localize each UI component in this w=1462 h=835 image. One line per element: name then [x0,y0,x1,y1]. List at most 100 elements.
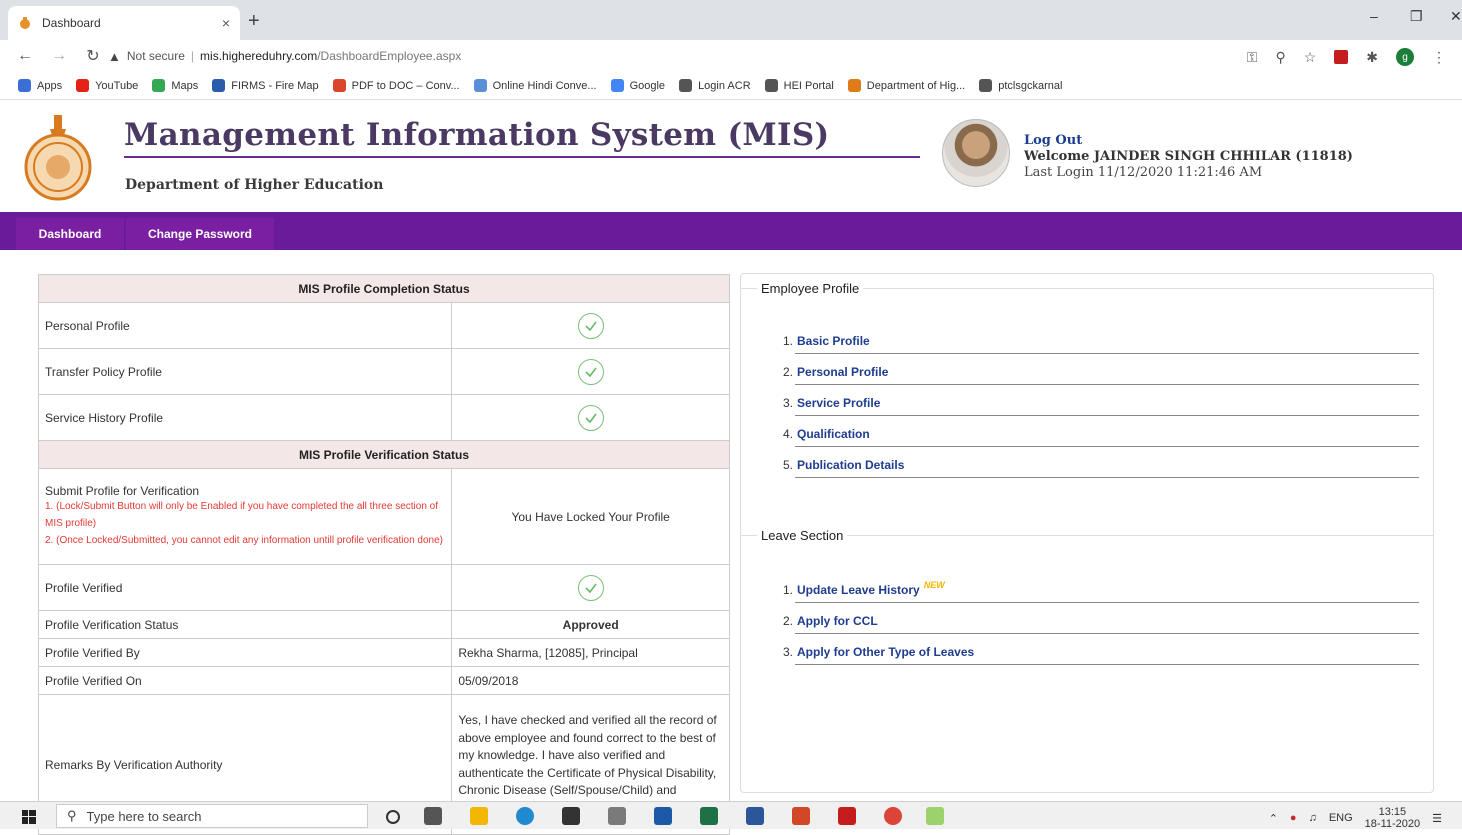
bookmark-label: PDF to DOC – Conv... [351,79,460,92]
bookmark-label: YouTube [95,79,139,92]
clock[interactable]: 13:15 18-11-2020 [1365,806,1420,830]
browser-actions: ⚿ ⚲ ☆ ✱ g ⋮ [1247,48,1446,66]
link-underline [795,477,1419,478]
link-underline [795,384,1419,385]
notification-icon[interactable]: ☰ [1432,812,1442,825]
chevron-up-icon[interactable]: ⌃ [1269,812,1278,825]
browser-tab-dashboard[interactable]: Dashboard × [8,6,240,40]
extensions-icon[interactable]: ✱ [1366,49,1378,66]
menu-dots-icon[interactable]: ⋮ [1432,49,1446,66]
minimize-icon[interactable]: – [1370,8,1378,24]
powerpoint-icon[interactable] [792,807,810,825]
department-name: Department of Higher Education [125,177,384,193]
acrobat-icon[interactable] [838,807,856,825]
bookmark-label: ptclsgckarnal [998,79,1063,92]
bookmark-item[interactable]: Maps [152,79,198,92]
list-item: 3. Apply for Other Type of Leaves [783,636,1419,667]
profile-link[interactable]: Service Profile [797,396,880,410]
bookmark-item[interactable]: FIRMS - Fire Map [212,79,319,92]
bookmark-item[interactable]: ptclsgckarnal [979,79,1062,92]
pdf-extension-icon[interactable] [1334,50,1349,64]
bookmark-item[interactable]: Apps [18,79,62,92]
language-indicator[interactable]: ENG [1329,812,1353,824]
chrome-icon[interactable] [884,807,902,825]
list-item: 4. Qualification [783,418,1419,449]
list-number: 4. [783,426,794,441]
bookmark-label: Online Hindi Conve... [492,79,597,92]
bookmark-icon [473,79,487,92]
leave-section: Leave Section 1. Update Leave History NEW 2… [741,528,1433,695]
new-badge: NEW [923,579,945,590]
list-number: 2. [783,364,794,379]
file-explorer-icon[interactable] [470,807,488,825]
cortana-icon[interactable] [386,810,400,824]
store-icon[interactable] [562,807,580,825]
paint-icon[interactable] [926,807,944,825]
tab-close-icon[interactable]: × [222,15,230,31]
word-icon[interactable] [746,807,764,825]
taskbar-search-input[interactable]: ⚲ Type here to search [56,804,368,828]
profile-link[interactable]: Publication Details [797,458,904,472]
reload-icon[interactable]: ↻ [84,46,102,66]
bookmark-icon [610,79,624,92]
bookmark-item[interactable]: Department of Hig... [847,79,966,92]
key-icon[interactable]: ⚿ [1247,49,1258,66]
bookmark-label: Apps [37,79,63,92]
windows-start-icon[interactable] [22,810,36,824]
bookmark-label: Department of Hig... [866,79,966,92]
completion-heading: MIS Profile Completion Status [38,274,730,303]
bookmark-item[interactable]: Google [610,79,666,92]
close-window-icon[interactable]: ✕ [1450,8,1462,25]
excel-icon[interactable] [700,807,718,825]
user-avatar [942,119,1010,187]
note-lock: 1. (Lock/Submit Button will only be Enab… [45,501,439,529]
haryana-emblem-icon [24,115,92,201]
edge-icon[interactable] [516,807,534,825]
profile-avatar[interactable]: g [1396,48,1414,66]
bookmark-item[interactable]: HEI Portal [764,79,834,92]
list-number: 1. [783,582,794,597]
profile-link[interactable]: Apply for CCL [797,614,878,628]
bookmark-icon [764,79,778,92]
profile-link[interactable]: Personal Profile [797,365,888,379]
network-icon[interactable]: ● [1290,812,1297,824]
tab-title: Dashboard [42,16,101,30]
table-row: Transfer Policy Profile [37,348,730,395]
profile-link[interactable]: Qualification [797,427,870,441]
bookmark-item[interactable]: Login ACR [679,79,751,92]
check-circle-icon [577,404,604,431]
list-item: 3. Service Profile [783,387,1419,418]
profile-status-table: MIS Profile Completion Status Personal P… [37,274,730,835]
bookmark-item[interactable]: PDF to DOC – Conv... [332,79,460,92]
list-item: 2. Apply for CCL [783,605,1419,636]
menu-change-password[interactable]: Change Password [126,218,274,250]
menu-dashboard[interactable]: Dashboard [16,218,124,250]
profile-link[interactable]: Basic Profile [797,334,870,348]
mail-icon[interactable] [654,807,672,825]
files-icon[interactable] [608,807,626,825]
task-view-icon[interactable] [424,807,442,825]
maximize-icon[interactable]: ❐ [1410,8,1423,25]
profile-link[interactable]: Apply for Other Type of Leaves [797,645,974,659]
bookmark-icon [332,79,346,92]
note-edit: 2. (Once Locked/Submitted, you cannot ed… [45,535,443,546]
back-icon[interactable]: ← [16,47,34,65]
forward-icon[interactable]: → [50,47,68,65]
bookmark-icon [18,79,31,92]
bookmark-label: Google [629,79,666,92]
new-tab-button[interactable]: + [248,10,260,33]
star-icon[interactable]: ☆ [1304,49,1317,66]
table-row: Personal Profile [37,302,730,349]
row-label: Profile Verified [37,564,453,611]
url-field[interactable]: ▲ Not secure | mis.highereduhry.com /Das… [108,44,1248,68]
zoom-icon[interactable]: ⚲ [1275,49,1285,66]
profile-link[interactable]: Update Leave History [797,583,920,597]
volume-icon[interactable]: ♫ [1309,812,1317,824]
status-badge: Approved [451,610,730,639]
main-menu: Dashboard Change Password [0,212,1462,250]
logout-link[interactable]: Log Out [1024,133,1353,149]
bookmark-item[interactable]: YouTube [76,79,138,92]
bookmark-item[interactable]: Online Hindi Conve... [473,79,597,92]
bookmark-icon [847,79,861,92]
right-panel: Employee Profile 1. Basic Profile 2. Person… [740,273,1434,793]
